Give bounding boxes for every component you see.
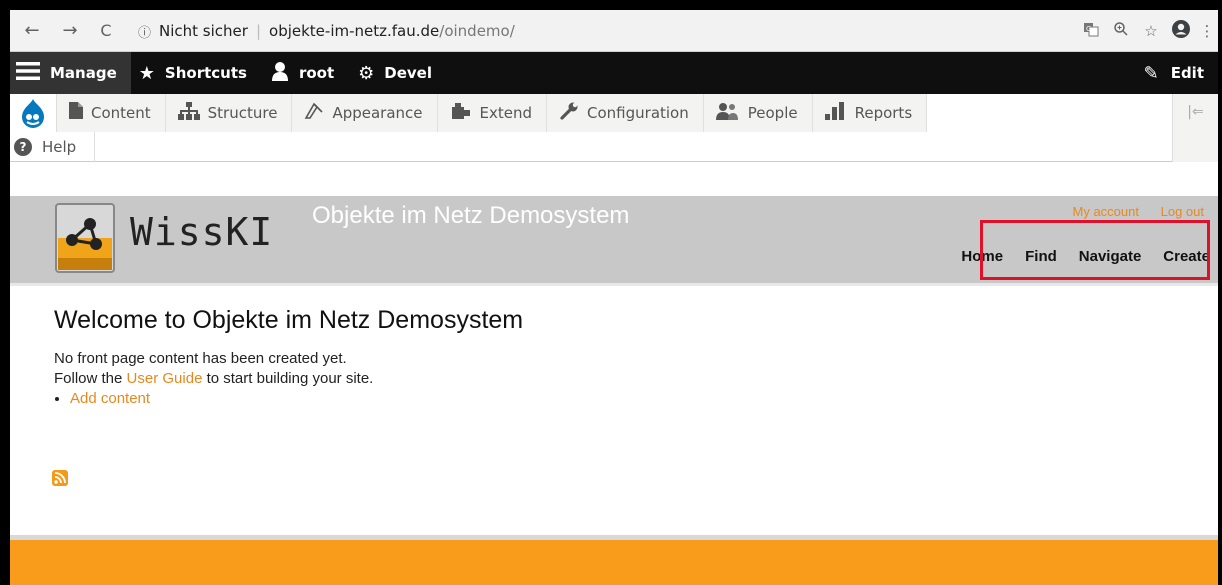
site-header: WissKI Objekte im Netz Demosystem My acc… [10,196,1218,286]
menu-item-label: Appearance [332,104,423,122]
pencil-icon: ✎ [1143,62,1159,84]
site-name[interactable]: WissKI [130,210,273,254]
rss-icon[interactable] [52,470,68,486]
admin-tray: Content Structure Appearance Extend Conf… [10,94,1218,162]
manage-label: Manage [50,64,117,82]
appearance-icon [304,102,324,125]
info-icon[interactable]: ⓘ [138,22,151,41]
security-label: Nicht sicher [159,22,248,40]
actions-list: Add content [54,389,1154,409]
user-label: root [298,64,335,82]
menu-item-reports[interactable]: Reports [812,94,928,132]
wisski-logo-icon[interactable] [52,200,118,276]
menu-item-appearance[interactable]: Appearance [292,94,438,132]
help-icon: ? [14,138,32,156]
menu-item-people[interactable]: People [703,94,813,132]
menu-icon[interactable]: ⋮ [1196,22,1218,40]
collapse-icon[interactable]: |⇐ [1172,94,1218,162]
add-content-link[interactable]: Add content [70,390,150,407]
admin-menu: Content Structure Appearance Extend Conf… [10,94,928,132]
hamburger-icon [16,61,40,86]
user-guide-link[interactable]: User Guide [127,370,203,387]
forward-icon[interactable]: → [58,19,82,43]
shortcuts-tab[interactable]: ★ Shortcuts [131,52,261,94]
star-icon[interactable]: ☆ [1136,22,1166,40]
browser-actions: G ☆ ⋮ [1076,10,1218,52]
menu-item-content[interactable]: Content [57,94,166,132]
browser-window: ← → C ⓘ Nicht sicher | objekte-im-netz.f… [10,10,1218,585]
menu-item-help[interactable]: ? Help [10,132,96,162]
main-content: Welcome to Objekte im Netz Demosystem No… [54,306,1154,409]
configuration-icon [559,101,579,126]
secondary-menu: My account Log out [1055,204,1204,219]
reload-icon[interactable]: C [94,19,118,43]
back-icon[interactable]: ← [20,19,44,43]
url-host: objekte-im-netz.fau.de [269,22,440,40]
menu-item-label: Help [42,138,77,156]
manage-tab[interactable]: Manage [10,52,131,94]
user-tab[interactable]: root [261,52,348,94]
empty-message: No front page content has been created y… [54,350,347,367]
extend-icon [450,101,472,126]
url-path: /oindemo/ [439,22,515,40]
content-icon [69,102,83,124]
site-footer [10,540,1218,585]
admin-menu-row2: ? Help [10,132,96,162]
svg-text:G: G [1086,25,1091,33]
browser-urlbar: ← → C ⓘ Nicht sicher | objekte-im-netz.f… [10,10,1218,52]
menu-item-structure[interactable]: Structure [165,94,293,132]
menu-item-label: Extend [479,104,533,122]
guide-message: Follow the User Guide to start building … [54,369,1154,389]
menu-item-extend[interactable]: Extend [437,94,548,132]
url-separator: | [255,22,262,40]
page-title: Welcome to Objekte im Netz Demosystem [54,306,524,334]
shortcuts-label: Shortcuts [164,64,247,82]
devel-label: Devel [384,64,432,82]
reports-icon [824,101,847,125]
user-icon [271,61,289,86]
admin-toolbar: Manage ★ Shortcuts root ⚙ Devel ✎ Edit [10,52,1218,94]
star-filled-icon: ★ [138,62,155,84]
menu-item-label: Reports [854,104,913,122]
account-icon[interactable] [1166,19,1196,43]
guide-text-pre: Follow the [54,370,127,387]
site-slogan: Objekte im Netz Demosystem [312,202,630,229]
menu-item-configuration[interactable]: Configuration [547,94,704,132]
highlight-box [980,220,1210,280]
log-out-link[interactable]: Log out [1161,204,1204,219]
devel-tab[interactable]: ⚙ Devel [348,52,446,94]
translate-icon[interactable]: G [1076,21,1106,41]
menu-item-label: Structure [207,104,278,122]
screenshot-frame: ← → C ⓘ Nicht sicher | objekte-im-netz.f… [0,0,1222,585]
address-bar[interactable]: ⓘ Nicht sicher | objekte-im-netz.fau.de /… [138,17,1033,45]
guide-text-post: to start building your site. [202,370,374,387]
edit-button[interactable]: ✎ Edit [1144,52,1204,94]
gear-icon: ⚙ [358,62,375,84]
list-item: Add content [70,389,1154,409]
menu-item-label: People [747,104,798,122]
zoom-icon[interactable] [1106,21,1136,41]
menu-item-label: Content [91,104,151,122]
people-icon [715,102,740,125]
menu-item-label: Configuration [587,104,689,122]
structure-icon [177,101,200,125]
drupal-logo-icon[interactable] [10,94,57,132]
my-account-link[interactable]: My account [1073,204,1139,219]
edit-label: Edit [1170,64,1204,82]
